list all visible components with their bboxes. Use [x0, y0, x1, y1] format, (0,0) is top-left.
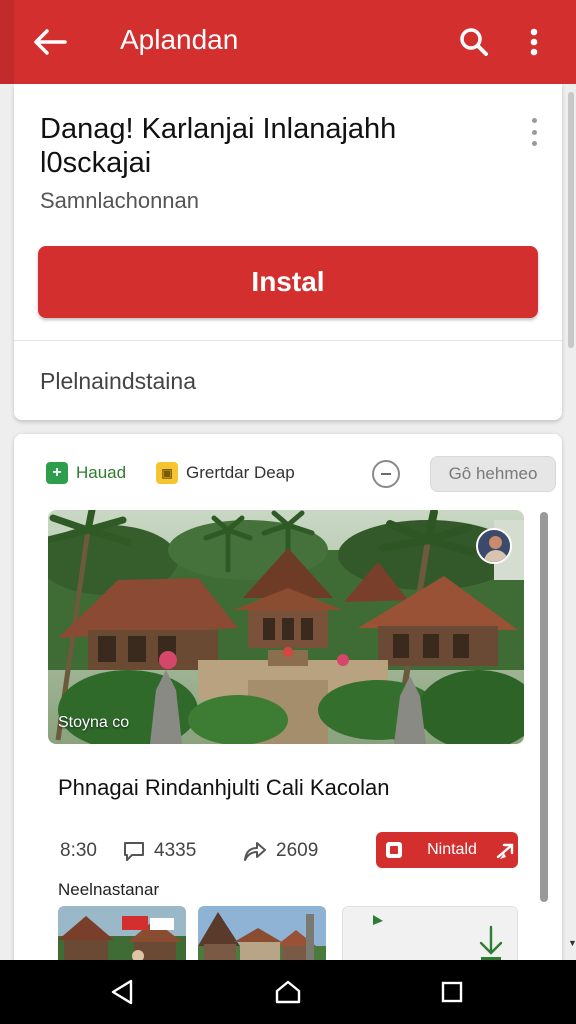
avatar[interactable]	[476, 528, 512, 564]
install-small-label: Nintald	[427, 841, 477, 858]
remove-icon[interactable]	[372, 460, 400, 488]
post-stats: 8:30 4335 2609	[60, 840, 360, 864]
chip-grertdar[interactable]: ▣ Grertdar Deap	[156, 462, 295, 484]
chip-label: Hauad	[76, 463, 127, 482]
app-info-card: Danag! Karlanjai Inlanajahh l0sckajai Sa…	[14, 84, 562, 420]
app-bar: Aplandan	[0, 0, 576, 84]
feed-scrollbar[interactable]	[540, 512, 548, 902]
app-title: Danag! Karlanjai Inlanajahh l0sckajai	[40, 113, 397, 179]
plus-icon: +	[46, 462, 68, 484]
scroll-down-indicator: ▼	[568, 938, 576, 948]
app-info-footer[interactable]: Plelnaindstaina	[40, 368, 196, 395]
hero-caption: Stoyna co	[58, 714, 130, 731]
section-label: Neelnastanar	[58, 880, 160, 899]
send-arrow-icon	[496, 843, 514, 859]
nav-recents-icon[interactable]	[430, 974, 474, 1010]
chip-label: Grertdar Deap	[186, 463, 295, 482]
system-nav-bar	[0, 960, 576, 1024]
stat-time: 8:30	[60, 840, 97, 862]
app-bar-title: Aplandan	[120, 24, 239, 55]
share-icon	[244, 842, 266, 861]
stat-value: 4335	[154, 840, 197, 861]
pill-button[interactable]: Gô hehmeo	[430, 456, 556, 492]
stat-value: 8:30	[60, 840, 97, 861]
search-icon[interactable]	[454, 22, 494, 62]
badge-icon: ▣	[156, 462, 178, 484]
comment-icon	[124, 842, 144, 861]
feed-card: + Hauad ▣ Grertdar Deap Gô hehmeo Stoyna…	[14, 434, 562, 974]
app-bar-edge-shade	[0, 0, 14, 84]
card-more-icon[interactable]	[522, 114, 546, 150]
stat-shares[interactable]: 2609	[242, 840, 318, 862]
scrollbar[interactable]	[568, 92, 574, 348]
village-photo	[48, 510, 524, 744]
app-badge-icon	[386, 842, 402, 858]
hero-image[interactable]: Stoyna co	[48, 510, 524, 744]
install-button[interactable]: Instal	[38, 246, 538, 318]
chip-hauad[interactable]: + Hauad	[46, 462, 126, 484]
chip-row: + Hauad ▣ Grertdar Deap Gô hehmeo	[46, 456, 556, 492]
developer-name[interactable]: Samnlachonnan	[40, 188, 199, 214]
divider	[14, 340, 562, 341]
arrow-back-icon[interactable]	[30, 22, 70, 62]
stat-value: 2609	[276, 840, 319, 861]
post-title[interactable]: Phnagai Rindanhjulti Cali Kacolan	[58, 774, 418, 802]
more-vert-icon[interactable]	[516, 22, 552, 62]
nav-home-icon[interactable]	[266, 974, 310, 1010]
install-small-button[interactable]: Nintald	[376, 832, 518, 868]
nav-back-icon[interactable]	[100, 974, 144, 1010]
stat-comments[interactable]: 4335	[122, 840, 196, 862]
